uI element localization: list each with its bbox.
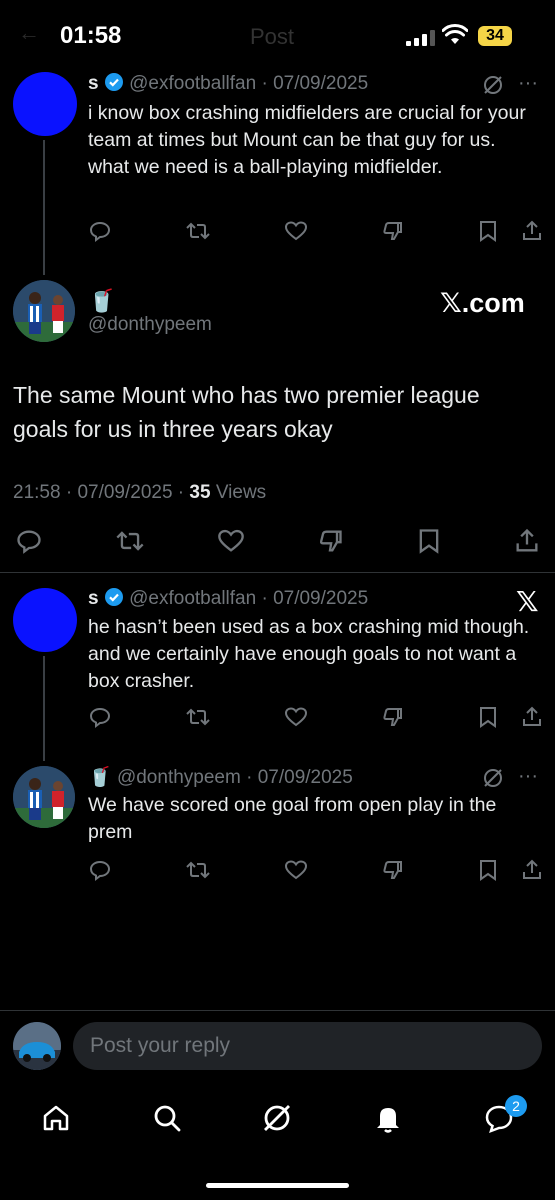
user-avatar[interactable] <box>13 1022 61 1070</box>
reply-icon[interactable] <box>88 858 112 882</box>
dislike-icon[interactable] <box>380 219 404 243</box>
reply-icon[interactable] <box>88 705 112 729</box>
avatar[interactable] <box>13 72 77 136</box>
retweet-icon[interactable] <box>185 858 211 882</box>
thread-line <box>43 140 45 275</box>
tweet-text: he hasn’t been used as a box crashing mi… <box>88 616 530 692</box>
verified-badge-icon <box>104 72 124 98</box>
bell-icon[interactable] <box>372 1102 404 1139</box>
divider <box>0 572 555 573</box>
reply-input[interactable]: Post your reply <box>73 1022 542 1070</box>
tweet-text: We have scored one goal from open play i… <box>88 794 497 843</box>
avatar[interactable] <box>13 588 77 652</box>
tweet-text: The same Mount who has two premier leagu… <box>13 382 480 442</box>
post-date: 07/09/2025 <box>273 73 369 94</box>
tweet-actions <box>88 858 543 882</box>
views-count: 35 <box>189 482 211 503</box>
thread-line <box>43 656 45 761</box>
verified-badge-icon <box>104 587 124 613</box>
home-indicator <box>206 1183 349 1188</box>
more-icon[interactable]: ··· <box>518 72 538 95</box>
like-icon[interactable] <box>284 705 308 729</box>
share-icon[interactable] <box>521 219 543 243</box>
share-icon[interactable] <box>521 858 543 882</box>
back-arrow-icon[interactable]: ← <box>18 20 40 46</box>
share-icon[interactable] <box>514 527 540 555</box>
x-watermark: 𝕏.com <box>440 288 525 318</box>
grok-icon[interactable] <box>482 74 504 101</box>
messages-badge: 2 <box>505 1095 527 1117</box>
grok-icon[interactable] <box>261 1102 293 1139</box>
retweet-icon[interactable] <box>115 527 145 555</box>
bookmark-icon[interactable] <box>477 858 499 882</box>
more-icon[interactable]: ··· <box>518 765 538 788</box>
views-label[interactable]: Views <box>216 482 266 503</box>
home-icon[interactable] <box>40 1102 72 1139</box>
retweet-icon[interactable] <box>185 705 211 729</box>
tweet-header: s @exfootballfan · 07/09/2025 <box>88 72 368 98</box>
signal-icon <box>406 30 436 46</box>
post-date: 07/09/2025 <box>273 588 369 609</box>
tweet-text: i know box crashing midfielders are cruc… <box>88 102 526 178</box>
post-time: 21:58 <box>13 482 61 503</box>
dislike-icon[interactable] <box>316 527 344 555</box>
like-icon[interactable] <box>217 527 245 555</box>
handle[interactable]: @exfootballfan <box>129 588 256 609</box>
reply-icon[interactable] <box>88 219 112 243</box>
tweet-actions <box>88 705 543 729</box>
dislike-icon[interactable] <box>380 705 404 729</box>
wifi-icon <box>441 24 469 51</box>
bottom-nav <box>0 1090 555 1150</box>
handle[interactable]: @exfootballfan <box>129 73 256 94</box>
grok-icon[interactable] <box>482 767 504 794</box>
bookmark-icon[interactable] <box>416 527 442 555</box>
tweet-header: 🥤 @donthypeem · 07/09/2025 <box>88 767 353 788</box>
dislike-icon[interactable] <box>380 858 404 882</box>
like-icon[interactable] <box>284 858 308 882</box>
tweet-header: s @exfootballfan · 07/09/2025 <box>88 587 368 613</box>
bookmark-icon[interactable] <box>477 219 499 243</box>
page-title: Post <box>250 24 295 49</box>
status-time: 01:58 <box>60 22 122 49</box>
search-icon[interactable] <box>151 1102 183 1139</box>
post-meta: 21:58 · 07/09/2025 · 35 Views <box>13 482 267 503</box>
avatar[interactable] <box>13 280 75 342</box>
display-name[interactable]: 🥤 <box>88 288 115 314</box>
focused-tweet-actions <box>15 527 540 555</box>
share-icon[interactable] <box>521 705 543 729</box>
display-name[interactable]: s <box>88 73 99 94</box>
battery-indicator: 34 <box>478 26 512 46</box>
avatar[interactable] <box>13 766 75 828</box>
retweet-icon[interactable] <box>185 219 211 243</box>
like-icon[interactable] <box>284 219 308 243</box>
divider <box>0 1010 555 1011</box>
post-date: 07/09/2025 <box>77 482 173 503</box>
bookmark-icon[interactable] <box>477 705 499 729</box>
tweet-actions <box>88 219 543 243</box>
display-name[interactable]: 🥤 <box>88 767 112 788</box>
handle[interactable]: @donthypeem <box>88 314 212 336</box>
post-date: 07/09/2025 <box>257 767 353 788</box>
reply-icon[interactable] <box>15 527 43 555</box>
handle[interactable]: @donthypeem <box>117 767 241 788</box>
display-name[interactable]: s <box>88 588 99 609</box>
